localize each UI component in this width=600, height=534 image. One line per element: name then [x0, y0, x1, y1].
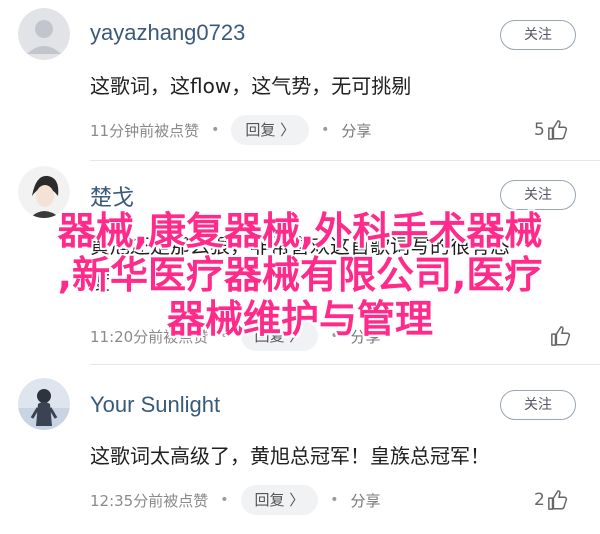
timestamp: 12:35分前被点赞: [90, 491, 209, 510]
username[interactable]: Your Sunlight: [90, 392, 220, 418]
dot-separator: •: [211, 122, 220, 138]
avatar[interactable]: [18, 378, 70, 430]
comment-meta: 11分钟前被点赞 • 回复 〉 • 分享: [90, 114, 371, 146]
like-button[interactable]: 5: [534, 114, 569, 146]
overlay-line: 器械维护与管理: [166, 297, 433, 341]
avatar[interactable]: [18, 8, 70, 60]
like-count: 2: [534, 490, 545, 510]
thumbs-up-icon: [547, 120, 567, 140]
thumbs-up-icon: [547, 490, 567, 510]
comment-text: 这歌词太高级了，黄旭总冠军！皇族总冠军！: [90, 444, 490, 468]
reply-button[interactable]: 回复 〉: [231, 115, 310, 145]
overlay-line: 器械,康复器械,外科手术器械: [57, 209, 543, 253]
divider: [90, 160, 600, 161]
like-count: 5: [534, 120, 545, 140]
comment-meta: 12:35分前被点赞 • 回复 〉 • 分享: [90, 484, 381, 516]
share-button[interactable]: 分享: [341, 120, 371, 141]
follow-button[interactable]: 关注: [500, 20, 576, 50]
dot-separator: •: [220, 492, 229, 508]
reply-button[interactable]: 回复 〉: [240, 485, 319, 515]
divider: [90, 364, 600, 365]
dot-separator: •: [321, 122, 330, 138]
timestamp: 11分钟前被点赞: [90, 121, 200, 140]
share-button[interactable]: 分享: [351, 490, 381, 511]
like-button[interactable]: 2: [534, 484, 569, 516]
dot-separator: •: [330, 492, 339, 508]
overlay-line: ,新华医疗器械有限公司,医疗: [57, 253, 543, 297]
username[interactable]: yayazhang0723: [90, 20, 245, 46]
comment-text: 这歌词，这flow，这气势，无可挑剔: [90, 74, 412, 98]
follow-button[interactable]: 关注: [500, 390, 576, 420]
follow-button[interactable]: 关注: [500, 180, 576, 210]
